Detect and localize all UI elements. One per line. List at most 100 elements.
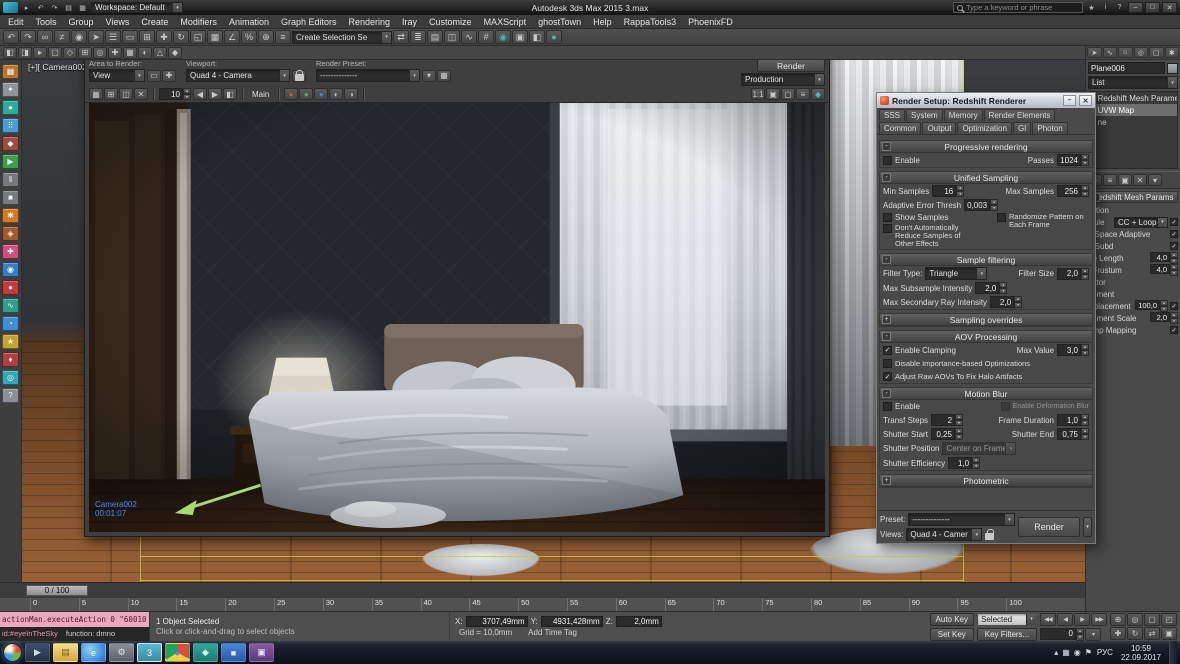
- menu-item[interactable]: Animation: [223, 15, 275, 28]
- pan-view-icon[interactable]: ✚: [1110, 627, 1126, 640]
- chrome-icon[interactable]: ●: [165, 643, 190, 662]
- spinner-arrows[interactable]: ▴▾: [956, 185, 964, 197]
- max-value-spinner[interactable]: 3,0▴▾: [1057, 344, 1089, 356]
- spinner-arrows[interactable]: ▴▾: [1081, 185, 1089, 197]
- mirror-icon[interactable]: ⇄: [393, 30, 409, 44]
- workspace-selector[interactable]: Workspace: Default▾: [91, 2, 183, 13]
- named-selection-set-combo[interactable]: Create Selection Se▾: [292, 31, 392, 44]
- spinner-arrows[interactable]: ▴▾: [1081, 268, 1089, 280]
- spacewarp-tool-icon[interactable]: ◆: [2, 136, 19, 151]
- spinner-arrows[interactable]: ▴▾: [1014, 296, 1022, 308]
- teal-app-icon[interactable]: ◆: [193, 643, 218, 662]
- history-spinner[interactable]: 10▴▾: [159, 88, 191, 100]
- render-preset-select[interactable]: --------------▾: [316, 69, 420, 82]
- randomize-pattern-checkbox[interactable]: [997, 213, 1006, 222]
- menu-item[interactable]: ghostTown: [532, 15, 587, 28]
- views-select[interactable]: Quad 4 - Camer▾: [906, 528, 982, 541]
- render-button[interactable]: Render: [1018, 517, 1080, 537]
- shutter-start-spinner[interactable]: 0,25▴▾: [931, 428, 963, 440]
- collapse-icon[interactable]: -: [882, 389, 891, 398]
- unlink-selection-icon[interactable]: ≠: [54, 30, 70, 44]
- chevron-down-icon[interactable]: ▾: [409, 70, 419, 81]
- enable-deformation-blur-checkbox[interactable]: [1001, 402, 1010, 411]
- menu-item[interactable]: Tools: [30, 15, 63, 28]
- z-coordinate-field[interactable]: 2,0mm: [616, 616, 662, 627]
- play-tool-icon[interactable]: ▶: [2, 154, 19, 169]
- zoom-fit-icon[interactable]: ▣: [766, 88, 780, 100]
- dialog-tab[interactable]: Output: [922, 122, 956, 134]
- mono-channel-icon[interactable]: ◑: [344, 88, 358, 100]
- undo-icon[interactable]: ↶: [34, 2, 47, 13]
- preset-select[interactable]: --------------▾: [908, 513, 1015, 526]
- close-button[interactable]: ✕: [1162, 2, 1177, 13]
- modifier-stack-row[interactable]: ● UVW Map: [1089, 104, 1177, 116]
- redo-icon[interactable]: ↷: [48, 2, 61, 13]
- dialog-tab[interactable]: GI: [1013, 122, 1031, 134]
- min-samples-spinner[interactable]: 16▴▾: [932, 185, 964, 197]
- region-render-icon[interactable]: ▭: [147, 70, 161, 82]
- rollout-header[interactable]: -Motion Blur: [880, 388, 1092, 400]
- param-checkbox[interactable]: ✓: [1170, 326, 1178, 334]
- select-and-rotate-icon[interactable]: ↻: [173, 30, 189, 44]
- menu-item[interactable]: Graph Editors: [275, 15, 343, 28]
- material-editor-icon[interactable]: ◉: [495, 30, 511, 44]
- param-checkbox[interactable]: ✓: [1170, 242, 1178, 250]
- angle-snap-icon[interactable]: ∠: [224, 30, 240, 44]
- create-tab-icon[interactable]: ➤: [1087, 47, 1102, 58]
- viewport-select[interactable]: Quad 4 - Camera▾: [186, 69, 290, 82]
- schematic-view-icon[interactable]: #: [478, 30, 494, 44]
- load-preset-icon[interactable]: ▾: [422, 70, 436, 82]
- spinner-arrows[interactable]: ▴▾: [955, 414, 963, 426]
- vertex-mode-icon[interactable]: ◆: [168, 47, 182, 59]
- dialog-tab[interactable]: Render Elements: [984, 109, 1056, 121]
- menu-item[interactable]: Create: [135, 15, 174, 28]
- viewport-label[interactable]: [+][ Camera002 ]: [28, 62, 92, 72]
- fire-effect-tool-icon[interactable]: ✱: [2, 208, 19, 223]
- param-spinner[interactable]: 4,0▴▾: [1150, 252, 1178, 264]
- expand-icon[interactable]: +: [882, 476, 891, 485]
- chevron-down-icon[interactable]: ▾: [971, 529, 981, 540]
- render-target-select[interactable]: Production▾: [741, 73, 825, 86]
- selection-filter-select[interactable]: Selected▾: [977, 613, 1037, 626]
- chevron-down-icon[interactable]: ▾: [1167, 77, 1177, 88]
- play-animation-icon[interactable]: ▶: [1074, 613, 1090, 626]
- spinner-arrows[interactable]: ▴▾: [1081, 154, 1089, 166]
- show-samples-checkbox[interactable]: [883, 213, 892, 222]
- flower-tool-icon[interactable]: ✚: [2, 244, 19, 259]
- green-channel-icon[interactable]: ●: [299, 88, 313, 100]
- close-button[interactable]: ✕: [1079, 95, 1092, 106]
- modifier-list-select[interactable]: List▾: [1088, 76, 1178, 89]
- spinner-arrows[interactable]: ▴▾: [1170, 252, 1178, 264]
- dialog-titlebar[interactable]: Render Setup: Redshift Renderer – ✕: [877, 93, 1095, 108]
- menu-item[interactable]: Rendering: [343, 15, 397, 28]
- minimize-button[interactable]: –: [1128, 2, 1143, 13]
- expand-icon[interactable]: +: [882, 315, 891, 324]
- viewport-layout-left-icon[interactable]: ◧: [3, 47, 17, 59]
- maximize-viewport-toggle-icon[interactable]: ▣: [1161, 627, 1177, 640]
- param-checkbox[interactable]: ✓: [1170, 230, 1178, 238]
- zoom-all-icon[interactable]: ◎: [1127, 613, 1143, 626]
- enable-clamping-checkbox[interactable]: ✓: [883, 346, 892, 355]
- tray-app-icon[interactable]: ▦: [1062, 648, 1070, 657]
- shutter-end-spinner[interactable]: 0,75▴▾: [1057, 428, 1089, 440]
- enable-motion-blur-checkbox[interactable]: [883, 402, 892, 411]
- spinner-arrows[interactable]: ▴▾: [955, 428, 963, 440]
- spinner-arrows[interactable]: ▴▾: [183, 88, 191, 100]
- window-crossing-icon[interactable]: ⊞: [139, 30, 155, 44]
- spinner-arrows[interactable]: ▴▾: [1170, 264, 1178, 276]
- zoom-region-icon[interactable]: ◰: [1161, 613, 1177, 626]
- settings-app-icon[interactable]: ⚙: [109, 643, 134, 662]
- make-unique-icon[interactable]: ▣: [1118, 174, 1132, 186]
- open-file-icon[interactable]: ▤: [62, 2, 75, 13]
- snap-grid-icon[interactable]: ▦: [123, 47, 137, 59]
- clone-window-icon[interactable]: ◫: [119, 88, 133, 100]
- dialog-tab[interactable]: SSS: [879, 109, 905, 121]
- stop-tool-icon[interactable]: ■: [2, 190, 19, 205]
- disable-importance-checkbox[interactable]: [883, 359, 892, 368]
- graphite-modeling-icon[interactable]: ◫: [444, 30, 460, 44]
- chevron-down-icon[interactable]: ▾: [1157, 218, 1167, 227]
- record-tool-icon[interactable]: ●: [2, 280, 19, 295]
- object-color-swatch[interactable]: [1167, 63, 1178, 74]
- walk-through-icon[interactable]: ⇄: [1144, 627, 1160, 640]
- chevron-down-icon[interactable]: ▾: [134, 70, 144, 81]
